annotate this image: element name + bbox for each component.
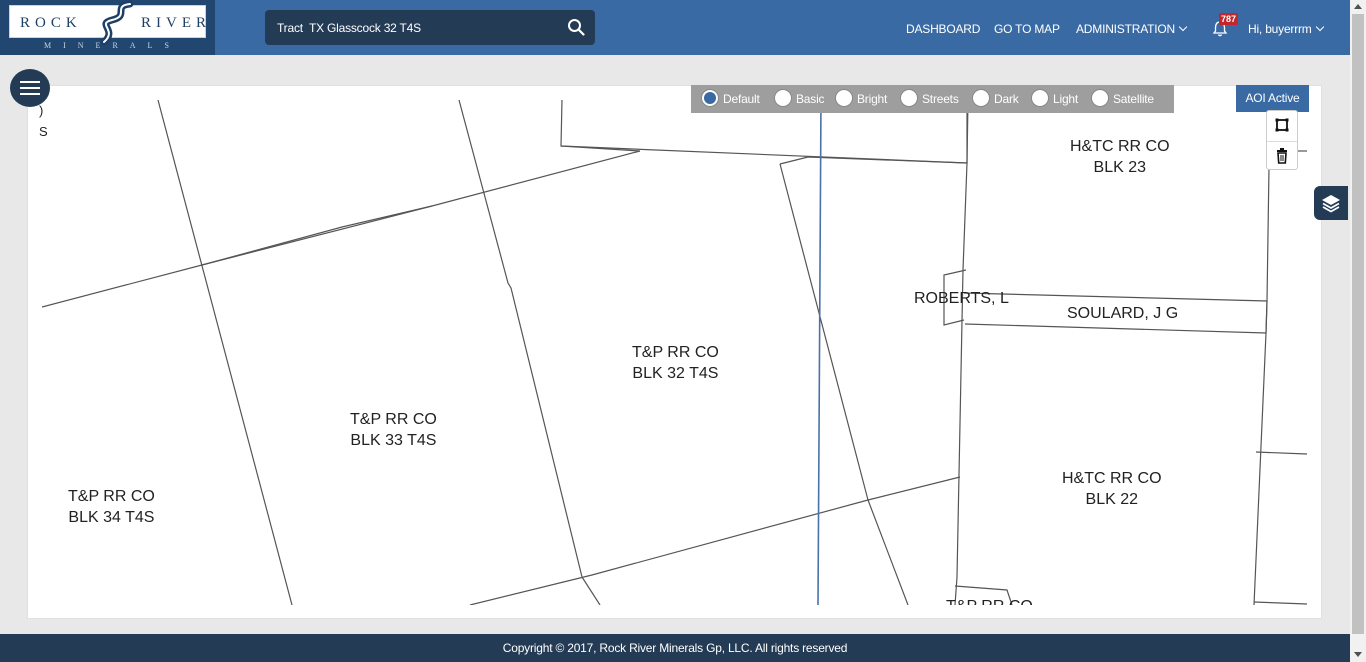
top-header: ROCK RIVER MINERALS DASHBOARD GO TO MAP … (0, 0, 1350, 55)
map-label-tp-blk33: T&P RR CO BLK 33 T4S (350, 409, 437, 451)
nav-go-to-map[interactable]: GO TO MAP (994, 22, 1060, 36)
basemap-switcher: Default Basic Bright Streets Dark Light … (691, 85, 1174, 113)
map-label-line: T&P RR CO (632, 344, 719, 361)
map-label-line: BLK 23 (1093, 159, 1147, 176)
radio-icon[interactable] (701, 89, 719, 107)
logo[interactable]: ROCK RIVER MINERALS (0, 0, 215, 55)
basemap-label: Bright (857, 92, 888, 106)
draw-toolbar (1266, 110, 1298, 170)
radio-icon[interactable] (972, 89, 990, 107)
nav-administration[interactable]: ADMINISTRATION (1076, 22, 1188, 36)
menu-bar (20, 93, 40, 95)
map-label-clip: T&P RR CO (940, 596, 1060, 605)
map-label-line: T&P RR CO (350, 411, 437, 428)
sidebar-menu-button[interactable] (10, 69, 50, 107)
footer-copyright: Copyright © 2017, Rock River Minerals Gp… (0, 634, 1350, 662)
search-input[interactable] (277, 10, 557, 45)
search-icon[interactable] (567, 18, 585, 36)
scrollbar-thumb[interactable] (1352, 14, 1364, 634)
map-label-soulard: SOULARD, J G (1067, 303, 1178, 324)
page-scrollbar[interactable] (1350, 0, 1366, 662)
chevron-down-icon (1315, 22, 1324, 32)
notification-badge: 787 (1219, 13, 1239, 25)
scroll-up-icon[interactable] (1354, 4, 1362, 9)
basemap-label: Light (1053, 92, 1079, 106)
map-label-line: BLK 34 T4S (68, 509, 155, 526)
basemap-label: Satellite (1113, 92, 1154, 106)
logo-card: ROCK RIVER (9, 0, 206, 46)
layers-icon (1322, 195, 1340, 213)
nav-dashboard[interactable]: DASHBOARD (906, 22, 980, 36)
search-box (265, 10, 595, 45)
map-label-tp-blk34: T&P RR CO BLK 34 T4S (68, 486, 155, 528)
menu-bar (20, 87, 40, 89)
chevron-down-icon (1178, 22, 1188, 32)
radio-icon[interactable] (900, 89, 918, 107)
map-label-line: BLK 22 (1085, 491, 1139, 508)
user-menu[interactable]: Hi, buyerrrm (1248, 22, 1324, 36)
map-label-htc-blk22: H&TC RR CO BLK 22 (1062, 468, 1162, 510)
radio-icon[interactable] (1031, 89, 1049, 107)
radio-icon[interactable] (835, 89, 853, 107)
nav-administration-label: ADMINISTRATION (1076, 22, 1175, 36)
map-label-line: T&P RR CO (946, 596, 1033, 605)
trash-icon (1277, 148, 1287, 164)
map-label-htc-blk23: H&TC RR CO BLK 23 (1070, 136, 1170, 178)
menu-bar (20, 81, 40, 83)
basemap-label: Dark (994, 92, 1019, 106)
map-label-line: ROBERTS, L (914, 290, 1009, 307)
basemap-label: Basic (796, 92, 825, 106)
map-label-line: BLK 32 T4S (632, 365, 719, 382)
map-edge-fragment: S (39, 124, 48, 139)
logo-word-rock: ROCK (20, 15, 82, 31)
delete-shape-button[interactable] (1267, 141, 1297, 170)
map-label-roberts: ROBERTS, L (914, 288, 1009, 309)
radio-icon[interactable] (1091, 89, 1109, 107)
user-greeting: Hi, buyerrrm (1248, 22, 1312, 36)
aoi-active-button[interactable]: AOI Active (1236, 85, 1309, 112)
map-label-line: T&P RR CO (68, 488, 155, 505)
draw-rectangle-icon (1275, 118, 1289, 132)
map-label-line: BLK 33 T4S (350, 432, 437, 449)
draw-rectangle-button[interactable] (1267, 111, 1297, 140)
radio-icon[interactable] (774, 89, 792, 107)
logo-word-river: RIVER (141, 15, 211, 31)
map-label-line: H&TC RR CO (1062, 470, 1162, 487)
river-logo-icon (100, 0, 134, 46)
basemap-label: Default (723, 92, 760, 106)
map-label-tp-blk32: T&P RR CO BLK 32 T4S (632, 342, 719, 384)
map-label-line: H&TC RR CO (1070, 138, 1170, 155)
map-label-line: SOULARD, J G (1067, 305, 1179, 322)
logo-tagline: MINERALS (44, 41, 181, 50)
scroll-down-icon[interactable] (1354, 652, 1362, 657)
layers-button[interactable] (1314, 186, 1348, 220)
map-label-tp-partial: T&P RR CO (946, 596, 1033, 605)
basemap-label: Streets (922, 92, 959, 106)
